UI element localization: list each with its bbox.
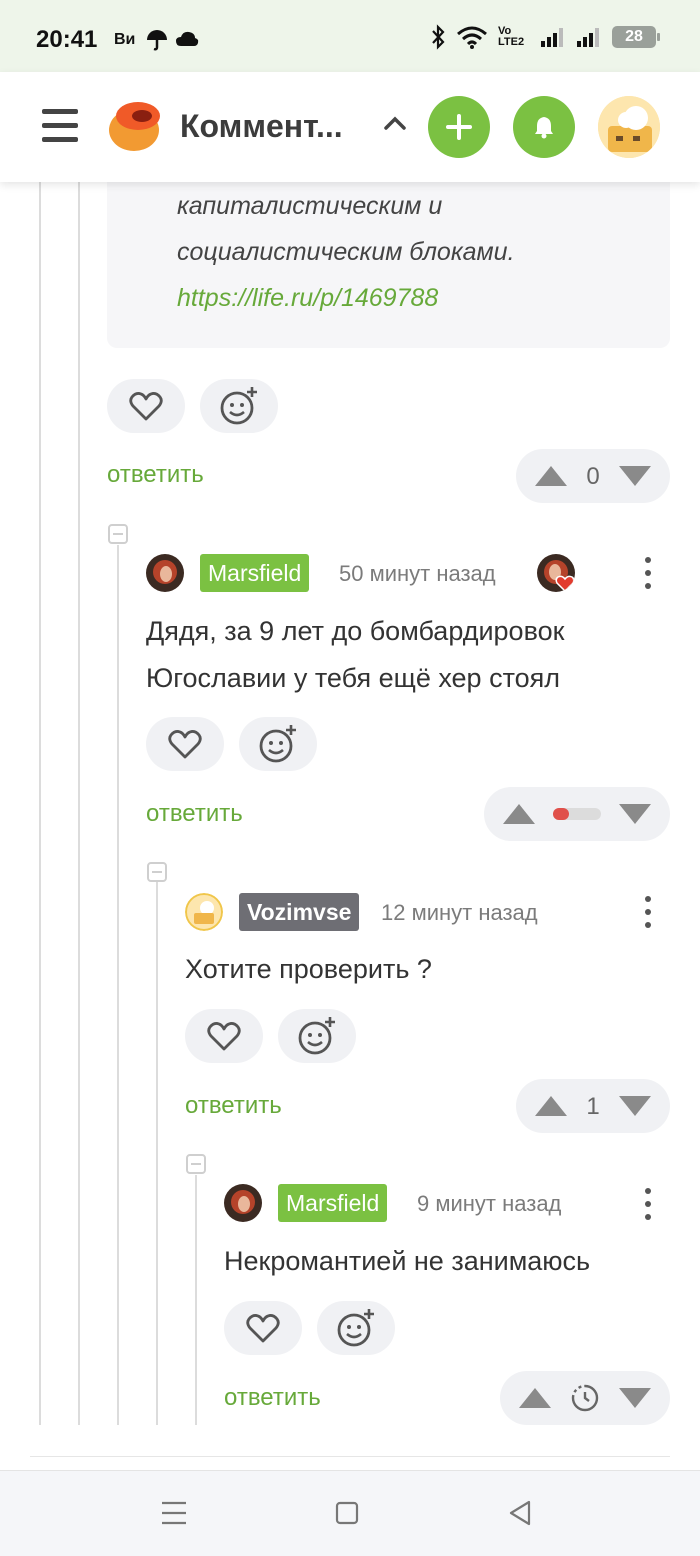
lte-indicator: Vo LTE2 bbox=[498, 25, 525, 48]
comment-text: Югославии у тебя ещё хер стоял bbox=[146, 663, 561, 693]
quote-line: социалистическим блоками. bbox=[177, 238, 515, 266]
divider bbox=[30, 1456, 670, 1457]
avatar-image-icon bbox=[224, 1184, 262, 1222]
status-time: 20:41 bbox=[36, 26, 98, 53]
smile-plus-icon bbox=[220, 387, 257, 425]
comment-time: 9 минут назад bbox=[417, 1191, 562, 1216]
recent-apps-icon[interactable] bbox=[161, 1500, 187, 1526]
umbrella-icon bbox=[147, 30, 167, 51]
reply-link[interactable]: ответить bbox=[146, 800, 243, 828]
more-options-icon[interactable] bbox=[645, 1188, 651, 1220]
upvote-icon[interactable] bbox=[502, 802, 536, 826]
reply-link[interactable]: ответить bbox=[185, 1092, 282, 1120]
avatar-image-icon bbox=[146, 554, 184, 592]
reply-link[interactable]: ответить bbox=[224, 1384, 321, 1412]
heart-icon bbox=[168, 730, 202, 759]
notifications-button[interactable] bbox=[513, 96, 575, 158]
back-icon[interactable] bbox=[507, 1500, 533, 1526]
user-avatar[interactable] bbox=[598, 96, 660, 158]
add-reaction-button[interactable] bbox=[317, 1301, 395, 1355]
thread-line bbox=[156, 882, 158, 1425]
comment-time: 12 минут назад bbox=[381, 900, 538, 925]
wifi-icon bbox=[457, 26, 487, 49]
heart-icon bbox=[246, 1314, 280, 1343]
vote-widget bbox=[500, 1371, 670, 1425]
add-reaction-button[interactable] bbox=[239, 717, 317, 771]
avatar-image-icon bbox=[185, 893, 223, 931]
status-indicators: Vo LTE2 28 bbox=[430, 24, 660, 50]
downvote-icon[interactable] bbox=[618, 1094, 652, 1118]
smile-plus-icon bbox=[259, 725, 296, 763]
quote-link[interactable]: https://life.ru/p/1469788 bbox=[177, 284, 438, 313]
author-avatar[interactable] bbox=[185, 893, 223, 931]
reply-link[interactable]: ответить bbox=[107, 461, 204, 489]
award-avatar[interactable] bbox=[537, 554, 575, 592]
page-title[interactable]: Коммент... bbox=[180, 108, 343, 145]
comment-text: Дядя, за 9 лет до бомбардировок bbox=[146, 616, 565, 646]
status-bar: 20:41 Ви Vo LTE2 28 bbox=[0, 0, 700, 72]
bluetooth-icon bbox=[432, 24, 445, 50]
like-button[interactable] bbox=[146, 717, 224, 771]
avatar-image-icon bbox=[598, 96, 660, 158]
menu-icon[interactable] bbox=[42, 109, 78, 143]
home-icon[interactable] bbox=[335, 1501, 359, 1525]
system-nav-bar bbox=[0, 1470, 700, 1556]
rating-bar-icon bbox=[553, 808, 601, 820]
downvote-icon[interactable] bbox=[618, 802, 652, 826]
more-options-icon[interactable] bbox=[645, 896, 651, 928]
collapse-toggle[interactable] bbox=[186, 1154, 206, 1174]
add-post-button[interactable] bbox=[428, 96, 490, 158]
vote-widget: 1 bbox=[516, 1079, 670, 1133]
cloud-icon bbox=[176, 31, 199, 46]
comment-text: Некромантией не занимаюсь bbox=[224, 1246, 591, 1276]
upvote-icon[interactable] bbox=[518, 1386, 552, 1410]
thread-line bbox=[78, 182, 80, 1425]
like-button[interactable] bbox=[224, 1301, 302, 1355]
more-options-icon[interactable] bbox=[645, 557, 651, 589]
thread-line bbox=[39, 182, 41, 1425]
signal-icon bbox=[541, 28, 563, 47]
plus-icon bbox=[446, 114, 472, 140]
bell-icon bbox=[535, 117, 553, 139]
smile-plus-icon bbox=[337, 1309, 374, 1347]
collapse-toggle[interactable] bbox=[108, 524, 128, 544]
add-reaction-button[interactable] bbox=[200, 379, 278, 433]
comment-text: Хотите проверить ? bbox=[185, 954, 432, 984]
chevron-up-icon[interactable] bbox=[383, 115, 407, 131]
logo-icon[interactable] bbox=[106, 98, 162, 154]
heart-icon bbox=[129, 392, 163, 421]
signal-icon bbox=[577, 28, 599, 47]
vote-widget bbox=[484, 787, 670, 841]
add-reaction-button[interactable] bbox=[278, 1009, 356, 1063]
status-carrier: Ви bbox=[114, 31, 136, 48]
author-name[interactable]: Marsfield bbox=[200, 554, 310, 592]
downvote-icon[interactable] bbox=[618, 1386, 652, 1410]
app-bar: Коммент... bbox=[0, 72, 700, 182]
author-avatar[interactable] bbox=[146, 554, 184, 592]
thread-line bbox=[195, 1175, 197, 1425]
heart-avatar-icon bbox=[537, 554, 575, 592]
like-button[interactable] bbox=[185, 1009, 263, 1063]
like-button[interactable] bbox=[107, 379, 185, 433]
smile-plus-icon bbox=[298, 1017, 335, 1055]
downvote-icon[interactable] bbox=[618, 464, 652, 488]
thread-line bbox=[117, 545, 119, 1425]
author-name[interactable]: Marsfield bbox=[278, 1184, 388, 1222]
pending-clock-icon bbox=[571, 1384, 599, 1412]
quote-line: капиталистическим и bbox=[177, 192, 443, 220]
battery-indicator: 28 bbox=[612, 26, 660, 48]
author-avatar[interactable] bbox=[224, 1184, 262, 1222]
author-name[interactable]: Vozimvse bbox=[239, 893, 360, 931]
heart-icon bbox=[207, 1022, 241, 1051]
comment-time: 50 минут назад bbox=[339, 561, 496, 586]
vote-widget: 0 bbox=[516, 449, 670, 503]
collapse-toggle[interactable] bbox=[147, 862, 167, 882]
